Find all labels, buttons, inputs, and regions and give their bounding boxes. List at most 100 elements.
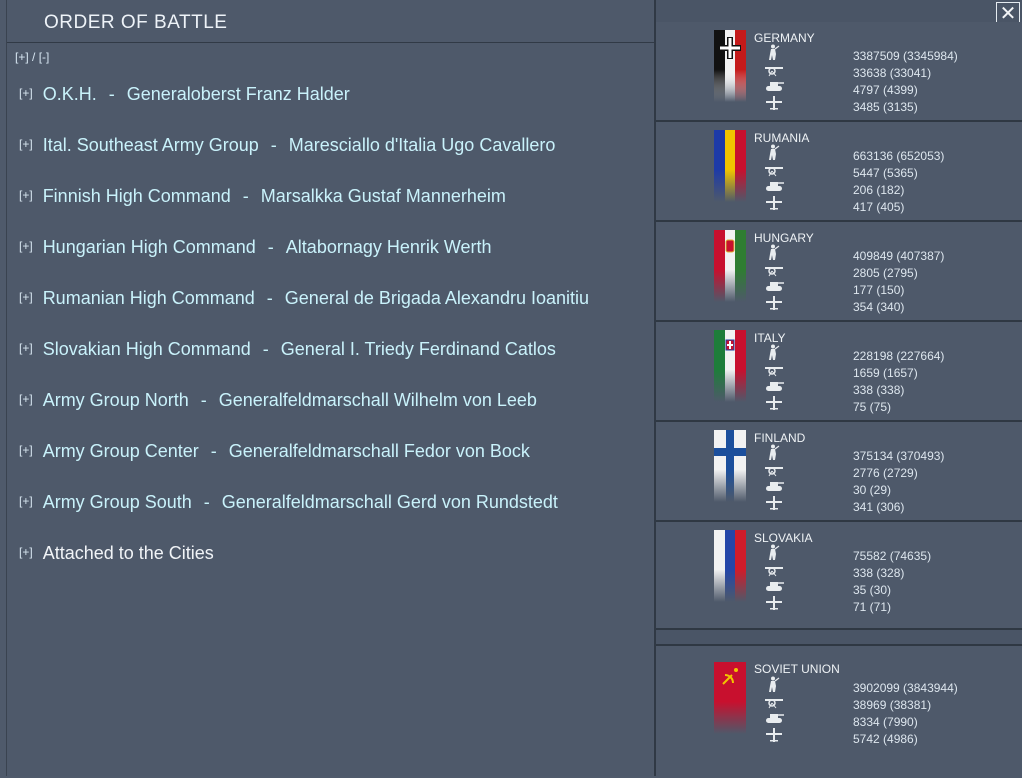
collapse-all-button[interactable]: [-] <box>39 50 50 64</box>
nation-name: HUNGARY <box>754 231 814 245</box>
men-count: 75582 (74635) <box>853 549 932 563</box>
nation-name: GERMANY <box>754 31 815 45</box>
nation-name: SLOVAKIA <box>754 531 813 545</box>
oob-row-attached-cities[interactable]: [+] Attached to the Cities <box>19 543 214 567</box>
artillery-icon <box>765 567 783 577</box>
expand-toggle[interactable]: [+] <box>19 545 33 559</box>
oob-row-army-group-south[interactable]: [+] Army Group South - Generalfeldmarschall… <box>19 492 558 516</box>
nation-card-soviet-union: SOVIET UNION 3902099 (3843944) 38969 (38… <box>656 644 1022 778</box>
commander-name: Generalfeldmarschall Gerd von Rundstedt <box>221 492 558 512</box>
aircraft-icon <box>766 96 782 110</box>
infantry-icon <box>769 676 780 692</box>
artillery-icon <box>765 367 783 377</box>
commander-name: Generalfeldmarschall Wilhelm von Leeb <box>218 390 537 410</box>
aircraft-count: 3485 (3135) <box>853 100 918 114</box>
separator: - <box>242 186 249 206</box>
nation-strength-panel: ✕ GERMANY 3387509 (3345984) 33638 (33041… <box>654 0 1022 778</box>
expand-toggle[interactable]: [+] <box>19 188 33 202</box>
nation-card-finland: FINLAND 375134 (370493) 2776 (2729) 30 (… <box>656 422 1022 522</box>
oob-row-ital-southeast[interactable]: [+] Ital. Southeast Army Group - Maresciall… <box>19 135 555 159</box>
nation-card-germany: GERMANY 3387509 (3345984) 33638 (33041) … <box>656 22 1022 122</box>
tank-icon <box>766 714 784 723</box>
tank-icon <box>766 182 784 191</box>
nation-card-italy: ITALY 228198 (227664) 1659 (1657) 338 (3… <box>656 322 1022 422</box>
expand-toggle[interactable]: [+] <box>19 341 33 355</box>
artillery-icon <box>765 167 783 177</box>
aircraft-icon <box>766 728 782 742</box>
aircraft-count: 71 (71) <box>853 600 892 614</box>
nation-name: RUMANIA <box>754 131 810 145</box>
oob-row-okh[interactable]: [+] O.K.H. - Generaloberst Franz Halder <box>19 84 350 108</box>
finland-flag-icon <box>714 430 746 502</box>
separator: - <box>267 237 274 257</box>
guns-count: 2805 (2795) <box>853 266 918 280</box>
guns-count: 38969 (38381) <box>853 698 932 712</box>
separator: - <box>270 135 277 155</box>
guns-count: 1659 (1657) <box>853 366 918 380</box>
nation-name: ITALY <box>754 331 786 345</box>
aircraft-count: 354 (340) <box>853 300 905 314</box>
separator: - <box>210 441 217 461</box>
unit-name[interactable]: Finnish High Command <box>43 186 231 206</box>
expand-toggle[interactable]: [+] <box>19 290 33 304</box>
oob-row-army-group-north[interactable]: [+] Army Group North - Generalfeldmarschall… <box>19 390 537 414</box>
aircraft-count: 341 (306) <box>853 500 905 514</box>
men-count: 375134 (370493) <box>853 449 945 463</box>
germany-flag-icon <box>714 30 746 102</box>
separator: - <box>266 288 273 308</box>
title-divider <box>7 42 654 43</box>
expand-toggle[interactable]: [+] <box>19 137 33 151</box>
expand-all-button[interactable]: [+] <box>15 50 29 64</box>
guns-count: 2776 (2729) <box>853 466 918 480</box>
oob-row-hungarian[interactable]: [+] Hungarian High Command - Altabornagy He… <box>19 237 492 261</box>
unit-name[interactable]: Army Group Center <box>43 441 199 461</box>
tanks-count: 8334 (7990) <box>853 715 918 729</box>
aircraft-count: 417 (405) <box>853 200 905 214</box>
oob-row-slovakian[interactable]: [+] Slovakian High Command - General I. Tri… <box>19 339 556 363</box>
unit-name[interactable]: O.K.H. <box>43 84 97 104</box>
expand-toggle[interactable]: [+] <box>19 392 33 406</box>
commander-name: Marsalkka Gustaf Mannerheim <box>260 186 506 206</box>
separator: - <box>262 339 269 359</box>
page-title: ORDER OF BATTLE <box>44 12 228 33</box>
artillery-icon <box>765 67 783 77</box>
slovakia-flag-icon <box>714 530 746 602</box>
aircraft-icon <box>766 596 782 610</box>
rumania-flag-icon <box>714 130 746 202</box>
artillery-icon <box>765 267 783 277</box>
tank-icon <box>766 282 784 291</box>
tanks-count: 206 (182) <box>853 183 905 197</box>
expand-toggle[interactable]: [+] <box>19 239 33 253</box>
oob-row-finnish[interactable]: [+] Finnish High Command - Marsalkka Gustaf… <box>19 186 506 210</box>
aircraft-icon <box>766 296 782 310</box>
unit-name[interactable]: Attached to the Cities <box>43 543 214 563</box>
hungary-flag-icon <box>714 230 746 302</box>
expand-toggle[interactable]: [+] <box>19 494 33 508</box>
guns-count: 33638 (33041) <box>853 66 932 80</box>
artillery-icon <box>765 699 783 709</box>
infantry-icon <box>769 244 780 260</box>
tanks-count: 177 (150) <box>853 283 905 297</box>
slash-separator: / <box>32 50 36 64</box>
unit-name[interactable]: Ital. Southeast Army Group <box>43 135 259 155</box>
commander-name: Altabornagy Henrik Werth <box>285 237 492 257</box>
oob-row-rumanian[interactable]: [+] Rumanian High Command - General de Brig… <box>19 288 589 312</box>
tanks-count: 35 (30) <box>853 583 892 597</box>
unit-name[interactable]: Army Group South <box>43 492 192 512</box>
aircraft-icon <box>766 196 782 210</box>
unit-name[interactable]: Slovakian High Command <box>43 339 251 359</box>
nation-card-rumania: RUMANIA 663136 (652053) 5447 (5365) 206 … <box>656 122 1022 222</box>
aircraft-icon <box>766 396 782 410</box>
expand-toggle[interactable]: [+] <box>19 443 33 457</box>
artillery-icon <box>765 467 783 477</box>
commander-name: General de Brigada Alexandru Ioanitiu <box>284 288 590 308</box>
guns-count: 5447 (5365) <box>853 166 918 180</box>
men-count: 663136 (652053) <box>853 149 945 163</box>
oob-row-army-group-center[interactable]: [+] Army Group Center - Generalfeldmarschal… <box>19 441 530 465</box>
unit-name[interactable]: Hungarian High Command <box>43 237 256 257</box>
expand-toggle[interactable]: [+] <box>19 86 33 100</box>
unit-name[interactable]: Army Group North <box>43 390 189 410</box>
tanks-count: 338 (338) <box>853 383 905 397</box>
unit-name[interactable]: Rumanian High Command <box>43 288 255 308</box>
aircraft-icon <box>766 496 782 510</box>
